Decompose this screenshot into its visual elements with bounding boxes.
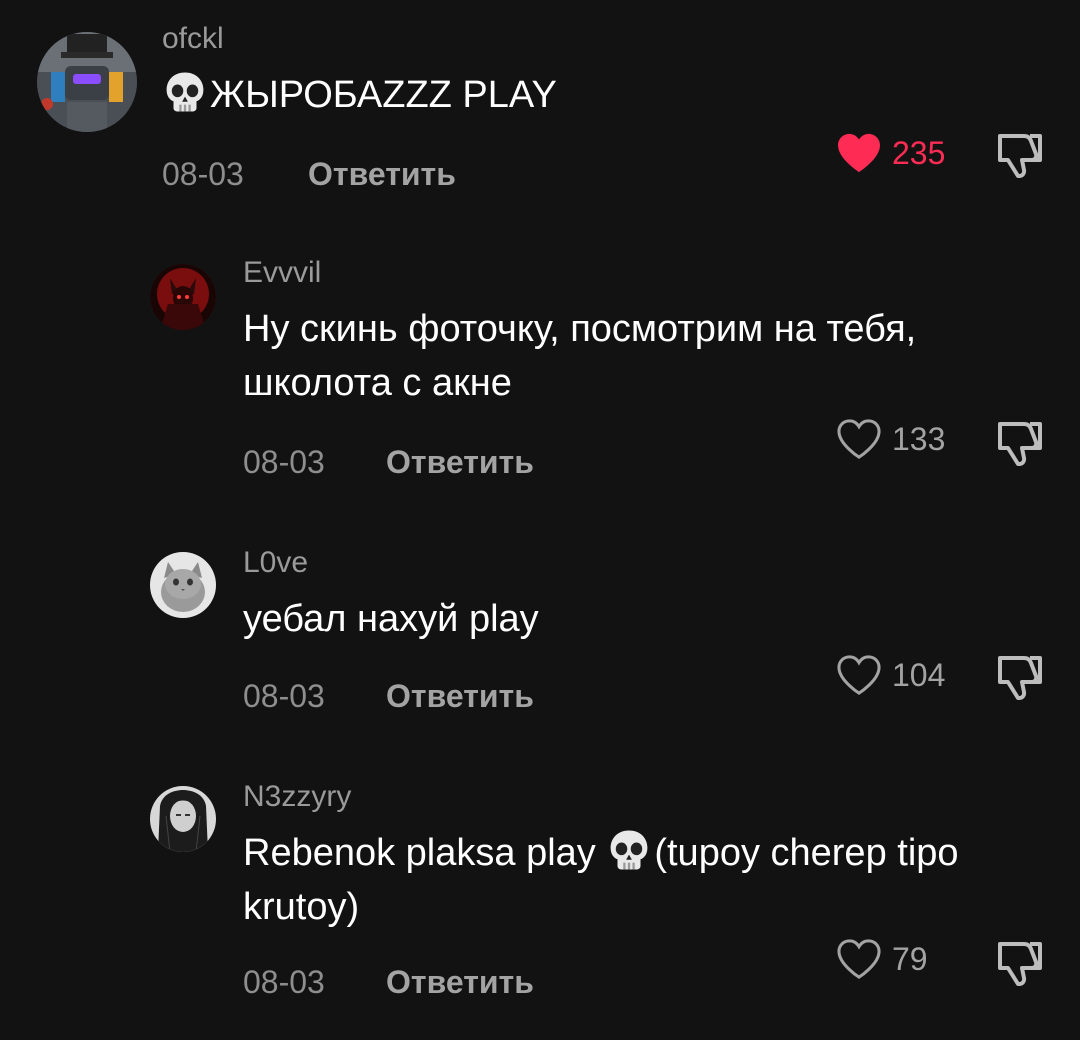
- comment-text-part: (tupoy cherep tipo: [654, 832, 959, 874]
- like-count: 79: [892, 940, 928, 977]
- comment-text-line: Ну скинь фоточку, посмотрим на тебя,: [243, 308, 917, 350]
- like-count: 235: [892, 134, 946, 171]
- comment-date: 08-03: [162, 156, 244, 192]
- dislike-button[interactable]: [994, 650, 1046, 702]
- reply-button[interactable]: Ответить: [308, 156, 456, 193]
- comment-date: 08-03: [243, 964, 325, 1000]
- comment-reply-item: L0ve уебал нахуй play 08-03 Ответить 104: [0, 520, 1080, 770]
- username[interactable]: ofckl: [162, 22, 224, 56]
- comment-text-line: школота с акне: [243, 362, 512, 404]
- heart-outline-icon: [837, 419, 881, 459]
- username[interactable]: N3zzyry: [243, 780, 351, 814]
- avatar[interactable]: [150, 552, 216, 618]
- like-count: 133: [892, 420, 946, 457]
- comment-text-content: ЖЫРОБАZZZ PLAY: [210, 74, 557, 116]
- dislike-button[interactable]: [994, 128, 1046, 180]
- thumbs-down-icon: [998, 656, 1042, 700]
- reply-button[interactable]: Ответить: [386, 964, 534, 1001]
- comment-reply-item: Evvvil Ну скинь фоточку, посмотрим на те…: [0, 230, 1080, 520]
- avatar[interactable]: [37, 32, 137, 132]
- cat-avatar-icon: [150, 552, 216, 618]
- red-demon-avatar-icon: [150, 264, 216, 330]
- like-button[interactable]: 133: [836, 414, 945, 464]
- like-button[interactable]: 235: [836, 128, 945, 178]
- comment-date: 08-03: [243, 678, 325, 714]
- robot-avatar-icon: [37, 32, 137, 132]
- comment-text: уебал нахуй play: [243, 598, 539, 640]
- heart-outline-icon: [837, 939, 881, 979]
- comment-text: ЖЫРОБАZZZ PLAY: [162, 68, 557, 122]
- reply-button[interactable]: Ответить: [386, 444, 534, 481]
- like-button[interactable]: 104: [836, 650, 945, 700]
- dislike-button[interactable]: [994, 416, 1046, 468]
- comment-text-line: krutoy): [243, 886, 360, 928]
- thumbs-down-icon: [998, 422, 1042, 466]
- heart-filled-icon: [838, 133, 880, 173]
- like-count: 104: [892, 656, 946, 693]
- thumbs-down-icon: [998, 134, 1042, 178]
- comment-text: Ну скинь фоточку, посмотрим на тебя, шко…: [243, 302, 916, 410]
- avatar[interactable]: [150, 264, 216, 330]
- dislike-button[interactable]: [994, 936, 1046, 988]
- comment-text-line: Rebenok plaksa play (tupoy cherep tipo: [243, 826, 959, 880]
- anime-girl-avatar-icon: [150, 786, 216, 852]
- comment-text: Rebenok plaksa play (tupoy cherep tipo k…: [243, 826, 959, 934]
- heart-outline-icon: [837, 655, 881, 695]
- comment-date: 08-03: [243, 444, 325, 480]
- comment-item: ofckl ЖЫРОБАZZZ PLAY 08-03 Ответить 235: [0, 0, 1080, 230]
- thumbs-down-icon: [998, 942, 1042, 986]
- avatar[interactable]: [150, 786, 216, 852]
- skull-emoji-icon: [606, 827, 652, 873]
- username[interactable]: Evvvil: [243, 256, 321, 290]
- skull-emoji-icon: [162, 69, 208, 115]
- username[interactable]: L0ve: [243, 546, 308, 580]
- like-button[interactable]: 79: [836, 934, 928, 984]
- reply-button[interactable]: Ответить: [386, 678, 534, 715]
- comment-text-part: Rebenok plaksa play: [243, 832, 607, 874]
- comment-reply-item: N3zzyry Rebenok plaksa play (tupoy chere…: [0, 770, 1080, 1040]
